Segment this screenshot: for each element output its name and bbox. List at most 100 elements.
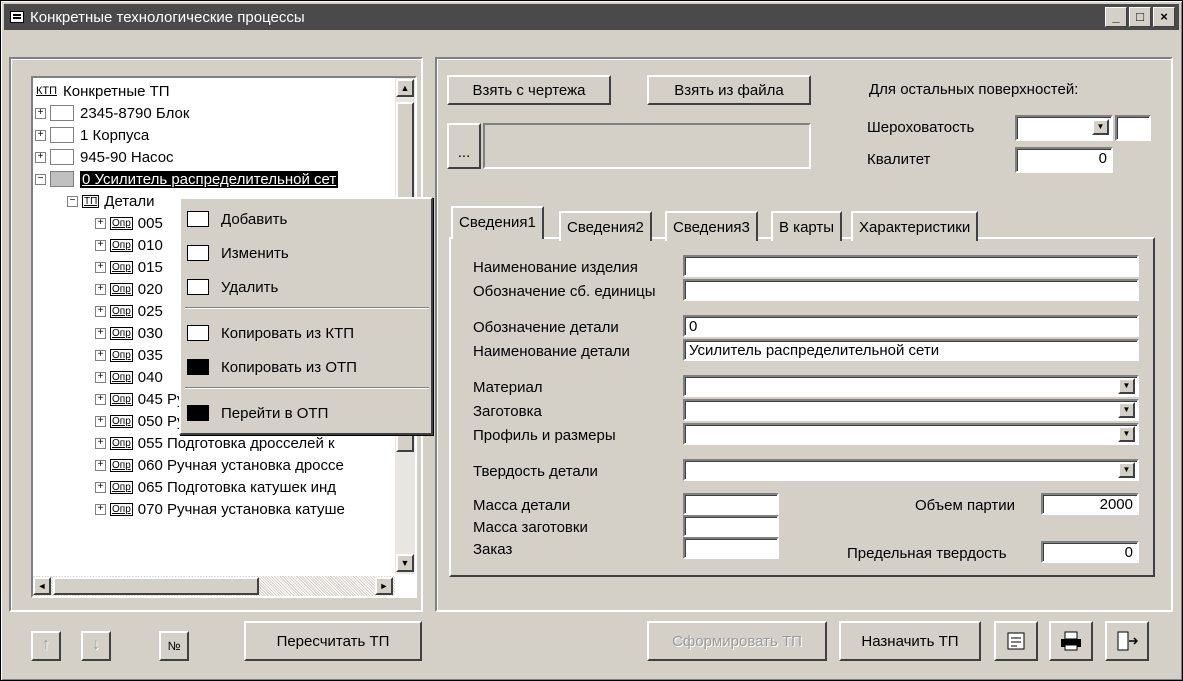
tree-op[interactable]: + Опр 065 Подготовка катушек инд: [95, 476, 336, 498]
expand-icon[interactable]: +: [95, 217, 106, 229]
tab-info3[interactable]: Сведения3: [665, 211, 758, 241]
tree-item[interactable]: +945-90 Насос: [35, 146, 174, 168]
hscroll-thumb[interactable]: [53, 577, 259, 595]
order-field[interactable]: [683, 537, 779, 559]
expand-icon[interactable]: +: [95, 415, 106, 427]
part-mass-field[interactable]: [683, 493, 779, 515]
exit-icon[interactable]: [1105, 621, 1149, 661]
expand-icon[interactable]: +: [95, 327, 106, 339]
print-icon[interactable]: [1049, 621, 1093, 661]
expand-icon[interactable]: +: [95, 503, 106, 515]
tree-op-label: 010: [137, 236, 163, 254]
scroll-left-arrow-icon[interactable]: ◄: [33, 577, 51, 595]
blank-select[interactable]: ▼: [683, 399, 1139, 421]
part-name-field[interactable]: Усилитель распределительной сети: [683, 339, 1139, 361]
expand-icon[interactable]: +: [35, 151, 46, 163]
expand-icon[interactable]: +: [95, 261, 106, 273]
roughness-select[interactable]: ▼: [1015, 115, 1113, 141]
tree-op[interactable]: + Опр 025: [95, 300, 163, 322]
maximize-button[interactable]: □: [1129, 7, 1151, 27]
hardness-select[interactable]: ▼: [683, 459, 1139, 481]
assembly-label: Обозначение сб. единицы: [473, 283, 656, 300]
material-select[interactable]: ▼: [683, 375, 1139, 397]
tab-to-cards[interactable]: В карты: [771, 211, 843, 241]
move-down-button[interactable]: ↓: [81, 631, 111, 661]
expand-icon[interactable]: +: [95, 459, 106, 471]
move-up-button[interactable]: ↑: [31, 631, 61, 661]
expand-icon[interactable]: +: [95, 393, 106, 405]
hardness-label: Твердость детали: [473, 463, 598, 480]
take-from-file-button[interactable]: Взять из файла: [647, 75, 811, 105]
browse-button[interactable]: ...: [447, 123, 481, 169]
blank-mass-field[interactable]: [683, 515, 779, 537]
tree-op[interactable]: + Опр 035: [95, 344, 163, 366]
tree-item[interactable]: +1 Корпуса: [35, 124, 149, 146]
scroll-right-arrow-icon[interactable]: ►: [375, 577, 393, 595]
tree-op[interactable]: + Опр 005: [95, 212, 163, 234]
tree-subitem[interactable]: − ТП Детали: [67, 190, 154, 212]
expand-icon[interactable]: +: [35, 107, 46, 119]
tree-op[interactable]: + Опр 040: [95, 366, 163, 388]
tree-op-label: 065 Подготовка катушек инд: [137, 478, 337, 496]
tree-root[interactable]: КТП Конкретные ТП: [35, 80, 170, 102]
expand-icon[interactable]: +: [95, 305, 106, 317]
product-name-field[interactable]: [683, 255, 1139, 277]
tree-horizontal-scrollbar[interactable]: ◄ ►: [33, 576, 395, 596]
recalculate-button[interactable]: Пересчитать ТП: [244, 621, 422, 661]
expand-icon[interactable]: +: [95, 239, 106, 251]
chevron-down-icon[interactable]: ▼: [1118, 426, 1135, 442]
tp-icon: ТП: [82, 194, 100, 208]
minimize-button[interactable]: _: [1105, 7, 1127, 27]
tree-op[interactable]: + Опр 020: [95, 278, 163, 300]
profile-select[interactable]: ▼: [683, 423, 1139, 445]
tree-item-selected[interactable]: − 0 Усилитель распределительной сет: [35, 168, 339, 190]
tree-op[interactable]: + Опр 015: [95, 256, 163, 278]
expand-icon[interactable]: +: [95, 349, 106, 361]
tree-op[interactable]: + Опр 010: [95, 234, 163, 256]
generate-tp-button[interactable]: Сформировать ТП: [647, 621, 827, 661]
report-icon[interactable]: [994, 621, 1038, 661]
scroll-up-arrow-icon[interactable]: ▲: [396, 79, 414, 97]
scroll-down-arrow-icon[interactable]: ▼: [396, 554, 414, 572]
tree-op[interactable]: + Опр 070 Ручная установка катуше: [95, 498, 345, 520]
tree-op[interactable]: + Опр 060 Ручная установка дроссе: [95, 454, 344, 476]
tree-op-label: 040: [137, 368, 163, 386]
blank-label: Заготовка: [473, 403, 542, 420]
chevron-down-icon[interactable]: ▼: [1118, 378, 1135, 394]
menu-item-copy-ktp[interactable]: Копировать из КТП: [187, 319, 354, 347]
tab-characteristics[interactable]: Характеристики: [851, 211, 979, 241]
close-button[interactable]: ×: [1153, 7, 1175, 27]
take-from-drawing-button[interactable]: Взять с чертежа: [447, 75, 611, 105]
chevron-down-icon[interactable]: ▼: [1118, 402, 1135, 418]
menu-item-edit[interactable]: Изменить: [187, 239, 289, 267]
chevron-down-icon[interactable]: ▼: [1118, 462, 1135, 478]
tab-info1[interactable]: Сведения1: [451, 206, 544, 239]
ktp-icon: КТП: [36, 84, 58, 97]
menu-item-goto-otp[interactable]: Перейти в ОТП: [187, 399, 328, 427]
tree-item[interactable]: +2345-8790 Блок: [35, 102, 189, 124]
chevron-down-icon[interactable]: ▼: [1092, 119, 1109, 135]
tree-op[interactable]: + Опр 055 Подготовка дросселей к: [95, 432, 335, 454]
expand-icon[interactable]: +: [35, 129, 46, 141]
limit-hardness-field[interactable]: 0: [1041, 541, 1139, 563]
menu-item-add[interactable]: Добавить: [187, 205, 287, 233]
expand-icon[interactable]: +: [95, 283, 106, 295]
expand-icon[interactable]: +: [95, 371, 106, 383]
assign-tp-button[interactable]: Назначить ТП: [839, 621, 981, 661]
batch-field[interactable]: 2000: [1041, 493, 1139, 515]
roughness-extra-field[interactable]: [1115, 115, 1151, 141]
collapse-icon[interactable]: −: [35, 173, 46, 185]
part-code-field[interactable]: 0: [683, 315, 1139, 337]
expand-icon[interactable]: +: [95, 481, 106, 493]
collapse-icon[interactable]: −: [67, 195, 78, 207]
tab-info2[interactable]: Сведения2: [559, 211, 652, 241]
menu-item-delete[interactable]: Удалить: [187, 273, 278, 301]
expand-icon[interactable]: +: [95, 437, 106, 449]
tree-op[interactable]: + Опр 030: [95, 322, 163, 344]
menu-separator: [185, 387, 429, 389]
assembly-field[interactable]: [683, 279, 1139, 301]
menu-item-label: Изменить: [221, 244, 289, 262]
number-button[interactable]: №: [159, 631, 189, 661]
quality-field[interactable]: 0: [1015, 147, 1113, 173]
menu-item-copy-otp[interactable]: Копировать из ОТП: [187, 353, 357, 381]
